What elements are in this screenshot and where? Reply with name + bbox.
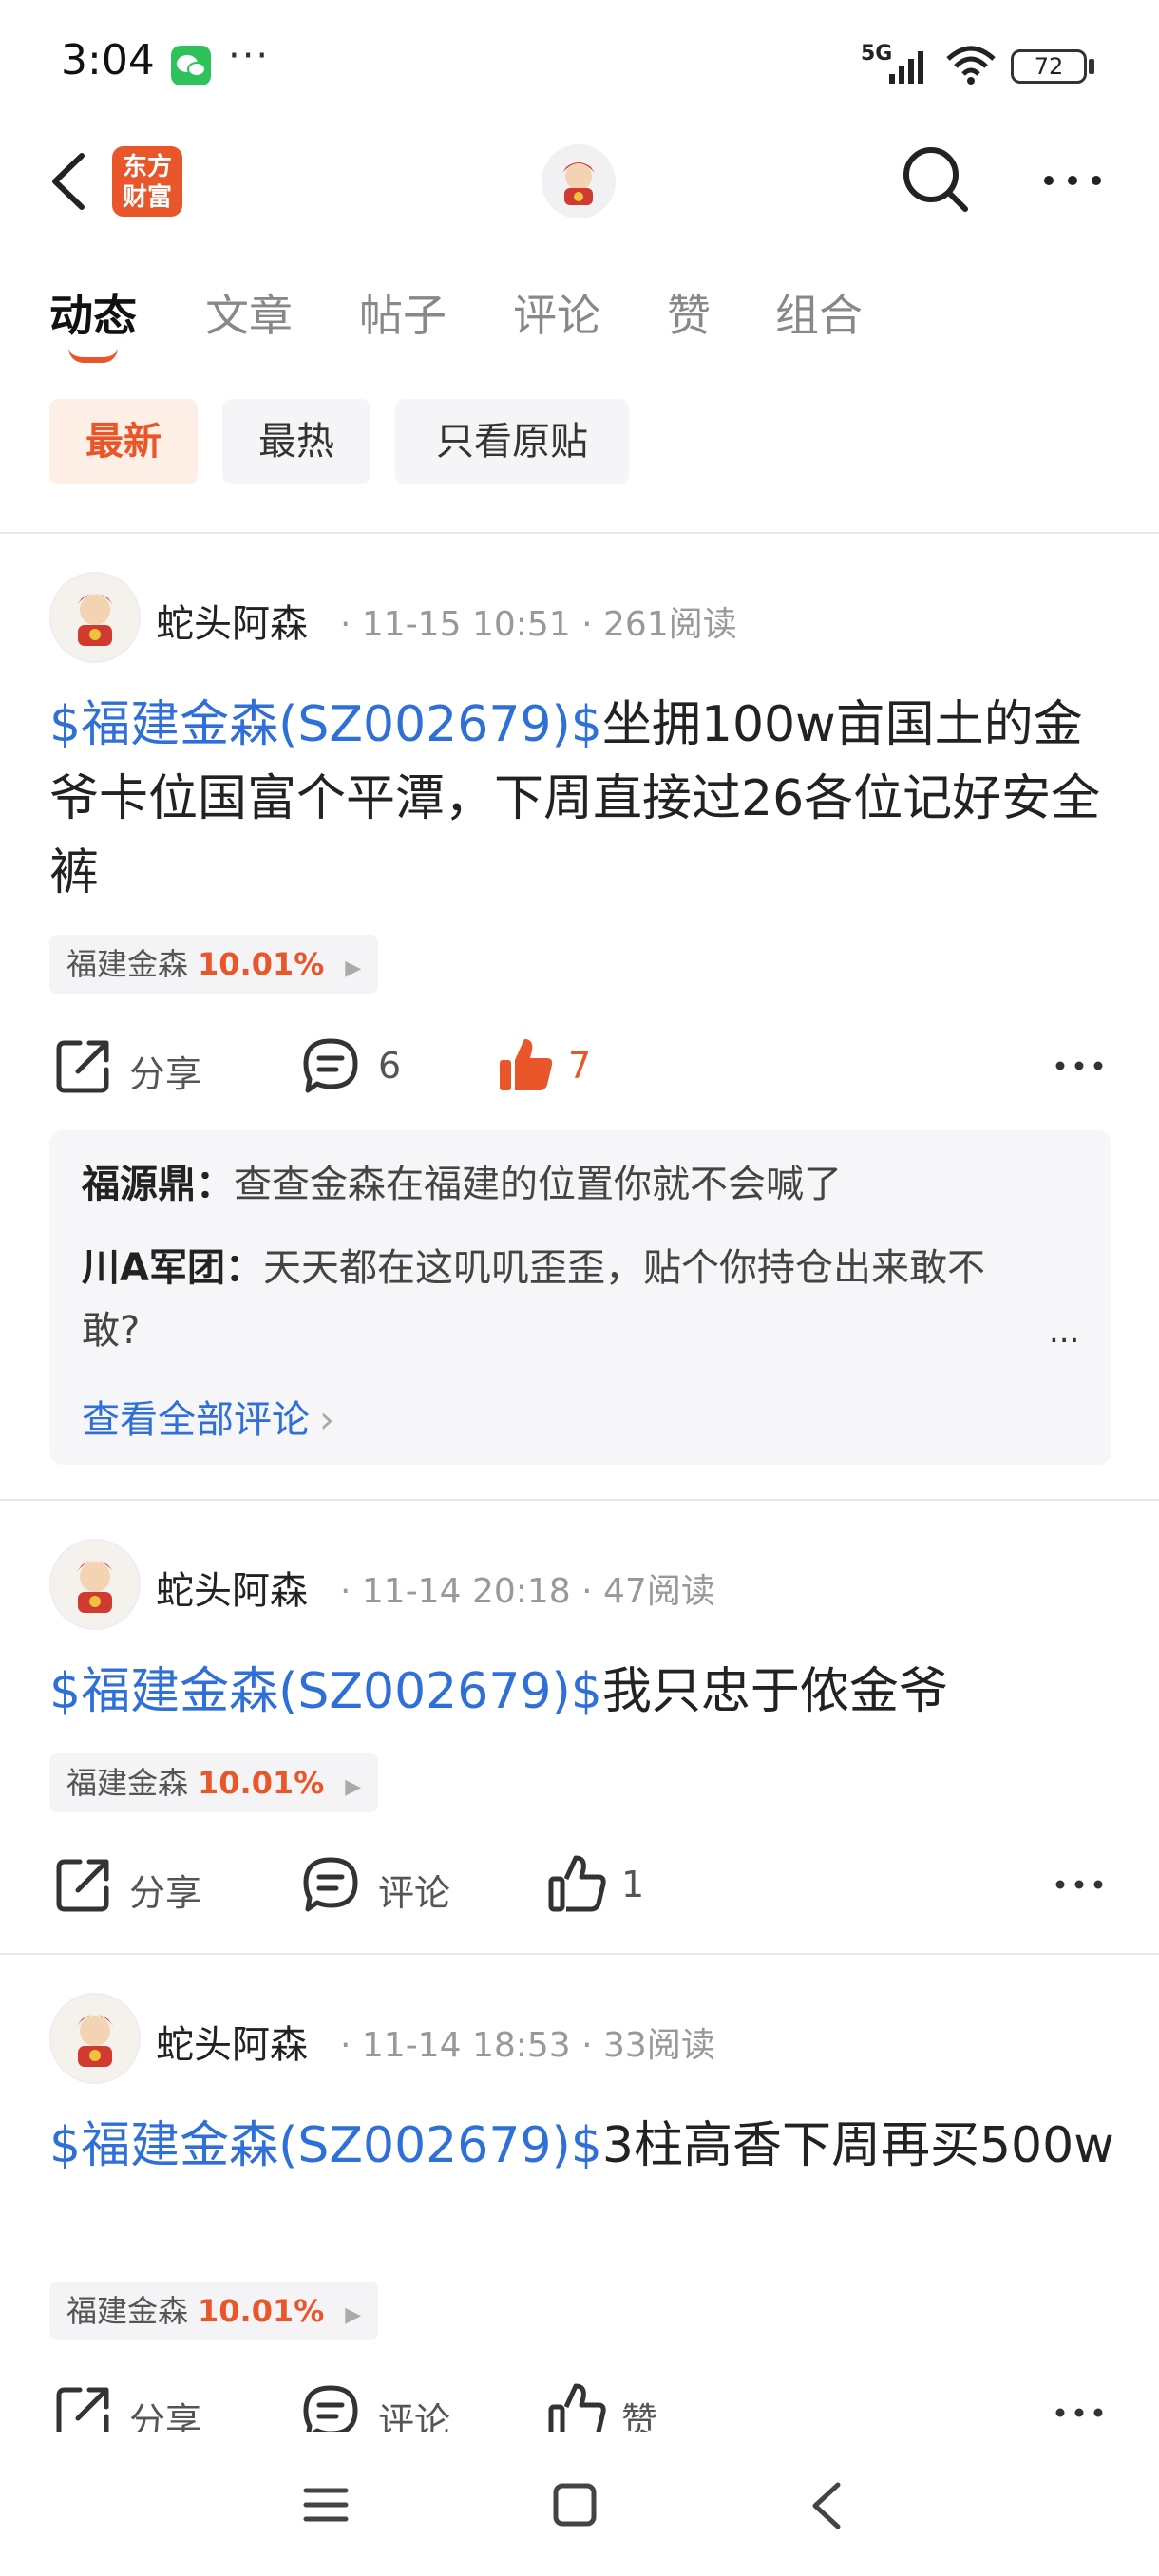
more-horizontal-icon (1055, 2408, 1103, 2417)
share-button[interactable] (53, 1035, 114, 1096)
post-meta: · 11-15 10:51 · 261阅读 (340, 605, 737, 644)
filter-original-only[interactable]: 只看原贴 (395, 399, 629, 484)
author-name[interactable]: 蛇头阿森 (156, 1560, 308, 1615)
post-more-button[interactable] (1054, 1049, 1104, 1083)
more-horizontal-icon (1055, 1880, 1103, 1889)
battery-indicator: 72 (1011, 49, 1087, 84)
like-count[interactable]: 7 (568, 1045, 591, 1087)
chevron-left-icon (812, 2482, 841, 2529)
post-more-button[interactable] (1054, 2396, 1104, 2430)
tab-comments[interactable]: 评论 (513, 281, 600, 344)
thumb-up-icon (500, 1039, 553, 1090)
comment-button[interactable] (300, 1035, 361, 1096)
post-more-button[interactable] (1054, 1867, 1104, 1902)
notification-more-icon: ··· (228, 34, 271, 78)
share-label[interactable]: 分享 (129, 1045, 201, 1097)
more-horizontal-icon (1044, 176, 1101, 185)
view-all-comments-link[interactable]: 查看全部评论 › (82, 1389, 334, 1444)
tab-posts[interactable]: 帖子 (359, 281, 446, 344)
post-body[interactable]: $福建金森(SZ002679)$3柱高香下周再买500w (49, 2109, 1123, 2183)
comment-button[interactable] (300, 1854, 361, 1915)
author-name[interactable]: 蛇头阿森 (156, 593, 308, 648)
comment-count[interactable]: 6 (378, 1045, 401, 1087)
avatar[interactable] (49, 1993, 141, 2084)
home-button[interactable] (551, 2481, 598, 2529)
comment-icon (303, 1857, 358, 1912)
system-back-button[interactable] (806, 2479, 847, 2532)
thumb-up-icon (548, 1855, 606, 1912)
post-text: 我只忠于侬金爷 (601, 1663, 948, 1720)
stock-link[interactable]: $福建金森(SZ002679)$ (49, 1663, 602, 1720)
battery-tip (1089, 59, 1094, 74)
post-divider (0, 1499, 1159, 1501)
menu-icon (303, 2488, 349, 2522)
like-button[interactable] (547, 1852, 608, 1913)
wifi-icon (944, 44, 998, 85)
share-icon (56, 1859, 109, 1912)
comment-user[interactable]: 川A军团： (82, 1246, 263, 1290)
tab-dynamics[interactable]: 动态 (49, 281, 137, 344)
user-avatar[interactable] (542, 144, 616, 218)
tab-articles[interactable]: 文章 (205, 281, 293, 344)
stock-tag-change: 10.01% (198, 1765, 325, 1801)
post-divider (0, 1953, 1159, 1955)
stock-tag-name: 福建金森 (66, 946, 189, 982)
stock-tag-change: 10.01% (198, 946, 325, 982)
more-horizontal-icon (1055, 1061, 1103, 1070)
tab-portfolio[interactable]: 组合 (775, 281, 863, 344)
caret-right-icon: ▶ (345, 1775, 362, 1799)
avatar[interactable] (49, 572, 141, 663)
stock-tag[interactable]: 福建金森 10.01% ▶ (49, 935, 379, 994)
filter-latest[interactable]: 最新 (49, 399, 198, 484)
post-meta: · 11-14 18:53 · 33阅读 (340, 2026, 715, 2065)
status-time: 3:04 (61, 36, 155, 85)
stock-link[interactable]: $福建金森(SZ002679)$ (49, 2117, 602, 2174)
like-count[interactable]: 1 (621, 1864, 644, 1905)
comment-item[interactable]: 福源鼎：查查金森在福建的位置你就不会喊了 (82, 1153, 1032, 1216)
eastmoney-logo: 东方 财富 (112, 146, 182, 217)
comment-text: 查查金森在福建的位置你就不会喊了 (234, 1163, 842, 1206)
stock-tag-change: 10.01% (198, 2293, 325, 2329)
search-icon (903, 147, 968, 212)
share-icon (56, 1040, 109, 1093)
stock-tag-name: 福建金森 (66, 1765, 189, 1801)
stock-tag[interactable]: 福建金森 10.01% ▶ (49, 1753, 379, 1812)
square-icon (553, 2483, 597, 2527)
filter-hottest[interactable]: 最热 (222, 399, 370, 484)
stock-tag-name: 福建金森 (66, 2293, 189, 2329)
share-label[interactable]: 分享 (129, 1864, 201, 1916)
post-meta: · 11-14 20:18 · 47阅读 (340, 1572, 715, 1611)
chevron-left-icon (52, 153, 85, 210)
wechat-notification-icon (171, 46, 211, 85)
logo-line-2: 财富 (122, 183, 172, 212)
comments-ellipsis: ... (1049, 1313, 1080, 1351)
view-all-label[interactable]: 查看全部评论 (82, 1398, 310, 1442)
share-button[interactable] (53, 1854, 114, 1915)
post-body[interactable]: $福建金森(SZ002679)$坐拥100w亩国土的金爷卡位国富个平潭，下周直接… (49, 688, 1123, 910)
comment-item[interactable]: 川A军团：天天都在这叽叽歪歪，贴个你持仓出来敢不敢? (82, 1237, 1041, 1362)
post-text: 3柱高香下周再买500w (601, 2117, 1114, 2174)
signal-icon (887, 47, 931, 85)
logo-line-1: 东方 (122, 153, 172, 181)
chevron-right-icon: › (319, 1398, 334, 1442)
back-button[interactable] (46, 150, 93, 213)
tab-likes[interactable]: 赞 (667, 281, 711, 344)
avatar[interactable] (49, 1539, 141, 1630)
like-button[interactable] (496, 1033, 557, 1094)
search-button[interactable] (899, 142, 973, 217)
stock-link[interactable]: $福建金森(SZ002679)$ (49, 696, 602, 753)
stock-tag[interactable]: 福建金森 10.01% ▶ (49, 2282, 379, 2340)
caret-right-icon: ▶ (345, 2303, 362, 2327)
comment-icon (303, 1038, 358, 1093)
more-button[interactable] (1041, 161, 1104, 199)
author-name[interactable]: 蛇头阿森 (156, 2014, 308, 2069)
comment-label[interactable]: 评论 (378, 1864, 450, 1916)
caret-right-icon: ▶ (345, 957, 362, 980)
comment-user[interactable]: 福源鼎： (82, 1163, 234, 1206)
post-body[interactable]: $福建金森(SZ002679)$我只忠于侬金爷 (49, 1655, 1123, 1729)
active-tab-indicator (68, 348, 118, 363)
section-divider (0, 532, 1159, 534)
recent-apps-button[interactable] (302, 2481, 350, 2529)
